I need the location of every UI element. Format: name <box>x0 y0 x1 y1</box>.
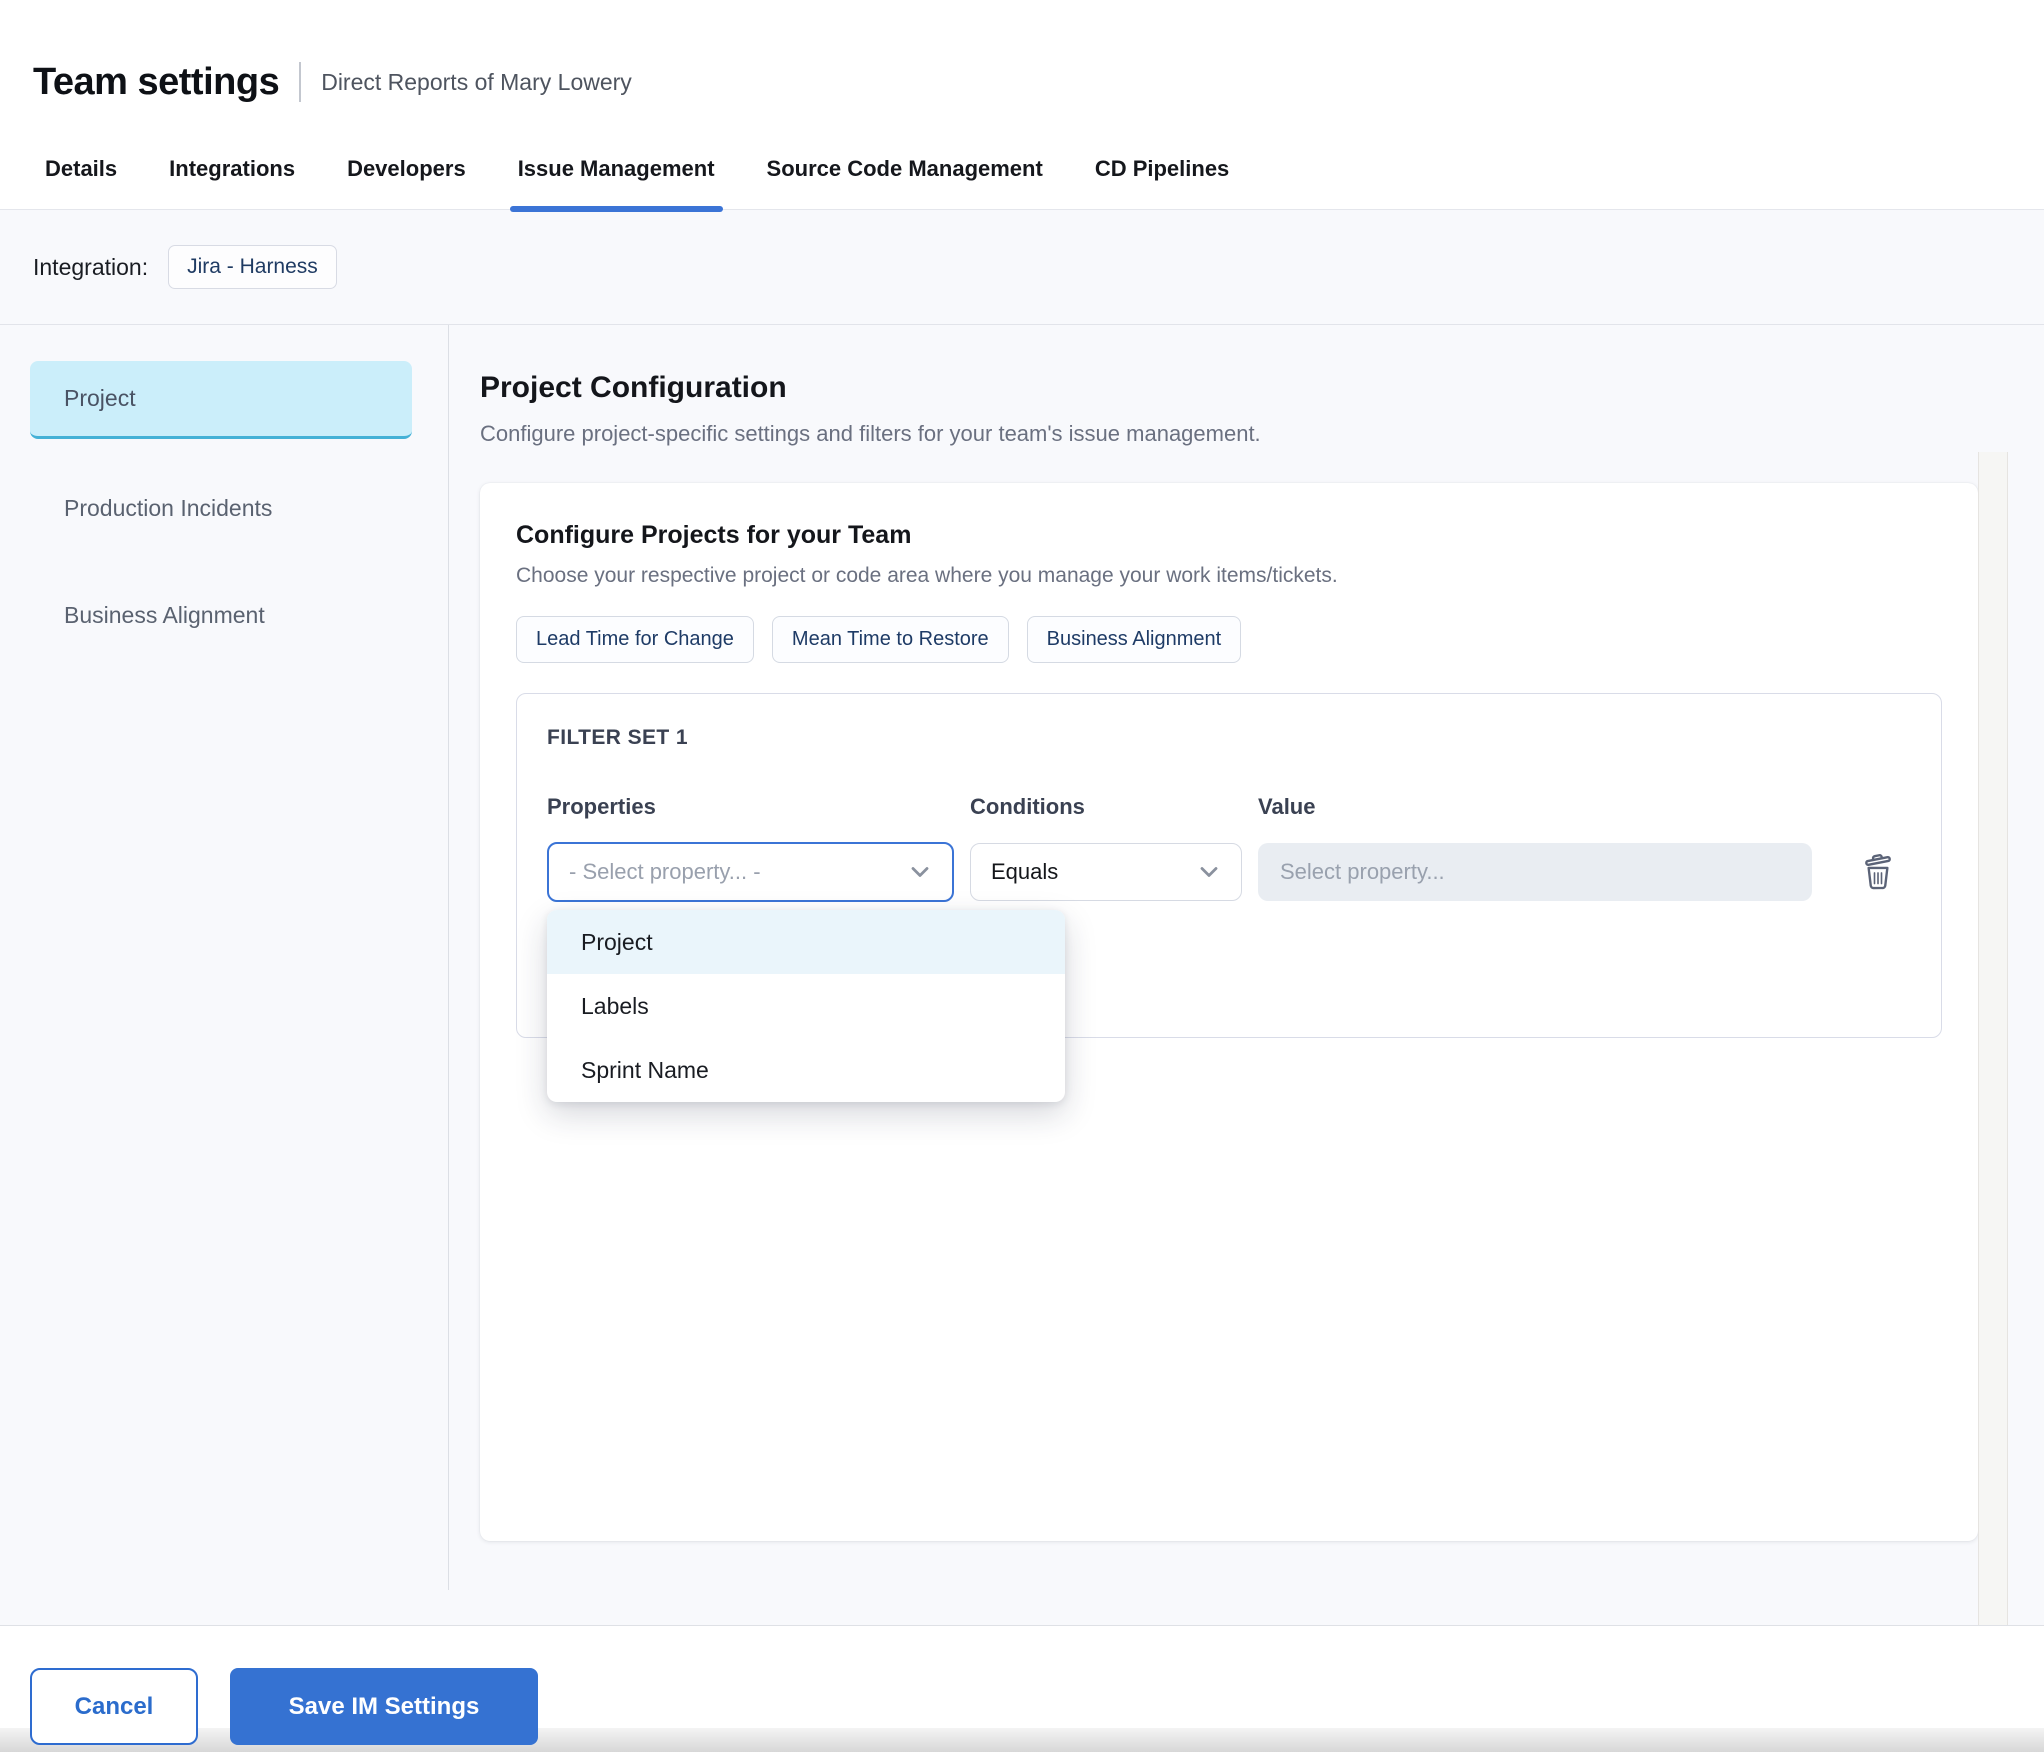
dropdown-option-labels[interactable]: Labels <box>547 974 1065 1038</box>
card-subtitle: Choose your respective project or code a… <box>516 564 1338 587</box>
sidebar-item-production-incidents[interactable]: Production Incidents <box>30 471 412 546</box>
property-dropdown-menu: Project Labels Sprint Name <box>547 910 1065 1102</box>
property-select[interactable]: - Select property... - <box>547 842 954 902</box>
save-im-settings-button[interactable]: Save IM Settings <box>230 1668 538 1745</box>
filter-row: - Select property... - Project Labels Sp… <box>547 842 1911 1102</box>
condition-select-value: Equals <box>991 859 1059 884</box>
column-label-value: Value <box>1258 794 1316 819</box>
team-name-subtitle: Direct Reports of Mary Lowery <box>321 68 632 95</box>
tab-source-code-management[interactable]: Source Code Management <box>767 156 1043 209</box>
chip-mean-time-to-restore[interactable]: Mean Time to Restore <box>771 616 1009 663</box>
card-title: Configure Projects for your Team <box>516 521 912 549</box>
main-panel: Project Configuration Configure project-… <box>448 325 2044 1625</box>
page-header: Team settings Direct Reports of Mary Low… <box>0 0 2044 128</box>
integration-chip-jira-harness[interactable]: Jira - Harness <box>168 245 337 289</box>
delete-filter-button[interactable] <box>1856 848 1900 896</box>
column-label-properties: Properties <box>547 794 656 819</box>
value-input[interactable] <box>1258 843 1812 901</box>
sidebar-item-project[interactable]: Project <box>30 361 412 439</box>
tab-integrations[interactable]: Integrations <box>169 156 295 209</box>
column-label-conditions: Conditions <box>970 794 1085 819</box>
integration-bar: Integration: Jira - Harness <box>0 210 2044 325</box>
tab-issue-management[interactable]: Issue Management <box>509 156 723 212</box>
filter-set-title: FILTER SET 1 <box>547 726 688 749</box>
chevron-down-icon <box>911 867 929 877</box>
footer-action-bar: Cancel Save IM Settings <box>0 1625 2044 1752</box>
scrollbar-track[interactable] <box>1978 452 2008 1625</box>
metric-chip-row: Lead Time for Change Mean Time to Restor… <box>516 616 1942 663</box>
property-select-placeholder: - Select property... - <box>569 859 761 884</box>
content-area: Project Production Incidents Business Al… <box>0 325 2044 1625</box>
filter-set-1: FILTER SET 1 Properties Conditions Value… <box>516 693 1942 1102</box>
sidebar-item-business-alignment[interactable]: Business Alignment <box>30 578 412 653</box>
chevron-down-icon <box>1200 867 1218 877</box>
trash-icon <box>1865 853 1891 889</box>
sidebar: Project Production Incidents Business Al… <box>0 325 448 1625</box>
dropdown-option-sprint-name[interactable]: Sprint Name <box>547 1038 1065 1102</box>
filter-column-headers: Properties Conditions Value <box>547 794 1911 820</box>
page-title: Team settings <box>33 60 280 103</box>
tab-cd-pipelines[interactable]: CD Pipelines <box>1095 156 1229 209</box>
section-subtitle: Configure project-specific settings and … <box>480 421 1261 446</box>
configure-projects-card: Configure Projects for your Team Choose … <box>480 483 1978 1541</box>
condition-select[interactable]: Equals <box>970 843 1242 901</box>
dropdown-option-project[interactable]: Project <box>547 910 1065 974</box>
property-select-wrapper: - Select property... - Project Labels Sp… <box>547 842 1065 1102</box>
tab-bar: Details Integrations Developers Issue Ma… <box>0 128 2044 212</box>
integration-label: Integration: <box>33 253 149 280</box>
section-title: Project Configuration <box>480 371 787 404</box>
tab-details[interactable]: Details <box>45 156 117 209</box>
tab-developers[interactable]: Developers <box>347 156 466 209</box>
chip-business-alignment[interactable]: Business Alignment <box>1026 616 1242 663</box>
cancel-button[interactable]: Cancel <box>30 1668 198 1745</box>
title-divider <box>299 62 302 102</box>
sidebar-divider <box>448 325 449 1590</box>
chip-lead-time-for-change[interactable]: Lead Time for Change <box>516 616 754 663</box>
